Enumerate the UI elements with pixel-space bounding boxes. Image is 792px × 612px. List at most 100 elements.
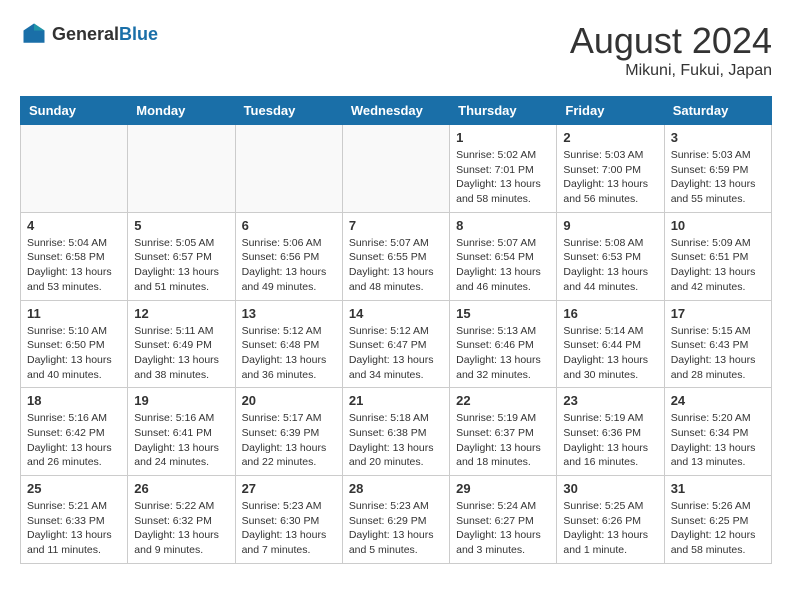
day-number: 8 (456, 218, 550, 233)
calendar-cell: 24Sunrise: 5:20 AM Sunset: 6:34 PM Dayli… (664, 388, 771, 476)
calendar-week-row: 25 Sunrise: 5:21 AM Sunset: 6:33 PM Dayli… (21, 476, 772, 564)
calendar-cell: 16 Sunrise: 5:14 AM Sunset: 6:44 PM Dayli… (557, 300, 664, 388)
calendar-cell: 5 Sunrise: 5:05 AM Sunset: 6:57 PM Daylig… (128, 212, 235, 300)
weekday-header: Saturday (664, 97, 771, 125)
logo-icon (20, 20, 48, 48)
day-number: 28 (349, 481, 443, 496)
day-number: 14 (349, 306, 443, 321)
day-number: 12 (134, 306, 228, 321)
day-info: Sunrise: 5:11 AM Sunset: 6:49 PM Dayligh… (134, 324, 228, 383)
day-info: Sunrise: 5:12 AM Sunset: 6:48 PM Dayligh… (242, 324, 336, 383)
day-number: 6 (242, 218, 336, 233)
calendar-cell: 7Sunrise: 5:07 AM Sunset: 6:55 PM Daylig… (342, 212, 449, 300)
day-number: 26 (134, 481, 228, 496)
day-info: Sunrise: 5:12 AM Sunset: 6:47 PM Dayligh… (349, 324, 443, 383)
day-number: 16 (563, 306, 657, 321)
calendar-cell: 10 Sunrise: 5:09 AM Sunset: 6:51 PM Dayli… (664, 212, 771, 300)
day-info: Sunrise: 5:16 AM Sunset: 6:41 PM Dayligh… (134, 411, 228, 470)
calendar-cell: 2Sunrise: 5:03 AM Sunset: 7:00 PM Daylig… (557, 125, 664, 213)
day-number: 30 (563, 481, 657, 496)
day-info: Sunrise: 5:23 AM Sunset: 6:30 PM Dayligh… (242, 499, 336, 558)
day-info: Sunrise: 5:14 AM Sunset: 6:44 PM Dayligh… (563, 324, 657, 383)
day-number: 31 (671, 481, 765, 496)
calendar-cell: 30 Sunrise: 5:25 AM Sunset: 6:26 PM Dayli… (557, 476, 664, 564)
calendar-cell: 14 Sunrise: 5:12 AM Sunset: 6:47 PM Dayli… (342, 300, 449, 388)
day-info: Sunrise: 5:07 AM Sunset: 6:54 PM Dayligh… (456, 236, 550, 295)
page-header: GeneralBlue August 2024 Mikuni, Fukui, J… (20, 20, 772, 80)
day-number: 10 (671, 218, 765, 233)
title-block: August 2024 Mikuni, Fukui, Japan (570, 20, 772, 80)
calendar-cell: 1 Sunrise: 5:02 AM Sunset: 7:01 PM Daylig… (450, 125, 557, 213)
day-number: 3 (671, 130, 765, 145)
calendar-cell: 6Sunrise: 5:06 AM Sunset: 6:56 PM Daylig… (235, 212, 342, 300)
day-info: Sunrise: 5:19 AM Sunset: 6:37 PM Dayligh… (456, 411, 550, 470)
day-info: Sunrise: 5:13 AM Sunset: 6:46 PM Dayligh… (456, 324, 550, 383)
day-info: Sunrise: 5:21 AM Sunset: 6:33 PM Dayligh… (27, 499, 121, 558)
day-info: Sunrise: 5:25 AM Sunset: 6:26 PM Dayligh… (563, 499, 657, 558)
calendar-cell: 3 Sunrise: 5:03 AM Sunset: 6:59 PM Daylig… (664, 125, 771, 213)
day-info: Sunrise: 5:03 AM Sunset: 6:59 PM Dayligh… (671, 148, 765, 207)
day-number: 1 (456, 130, 550, 145)
day-number: 7 (349, 218, 443, 233)
weekday-header: Friday (557, 97, 664, 125)
day-number: 29 (456, 481, 550, 496)
weekday-header: Thursday (450, 97, 557, 125)
day-info: Sunrise: 5:26 AM Sunset: 6:25 PM Dayligh… (671, 499, 765, 558)
calendar-cell: 19 Sunrise: 5:16 AM Sunset: 6:41 PM Dayli… (128, 388, 235, 476)
day-number: 21 (349, 393, 443, 408)
calendar-cell: 17Sunrise: 5:15 AM Sunset: 6:43 PM Dayli… (664, 300, 771, 388)
calendar-cell: 15 Sunrise: 5:13 AM Sunset: 6:46 PM Dayli… (450, 300, 557, 388)
day-info: Sunrise: 5:18 AM Sunset: 6:38 PM Dayligh… (349, 411, 443, 470)
day-info: Sunrise: 5:17 AM Sunset: 6:39 PM Dayligh… (242, 411, 336, 470)
calendar-week-row: 11Sunrise: 5:10 AM Sunset: 6:50 PM Dayli… (21, 300, 772, 388)
day-number: 13 (242, 306, 336, 321)
day-info: Sunrise: 5:19 AM Sunset: 6:36 PM Dayligh… (563, 411, 657, 470)
weekday-header: Monday (128, 97, 235, 125)
calendar-cell: 13 Sunrise: 5:12 AM Sunset: 6:48 PM Dayli… (235, 300, 342, 388)
calendar-cell: 8 Sunrise: 5:07 AM Sunset: 6:54 PM Daylig… (450, 212, 557, 300)
calendar-cell: 23Sunrise: 5:19 AM Sunset: 6:36 PM Dayli… (557, 388, 664, 476)
calendar-week-row: 18 Sunrise: 5:16 AM Sunset: 6:42 PM Dayli… (21, 388, 772, 476)
day-number: 4 (27, 218, 121, 233)
month-title: August 2024 (570, 20, 772, 62)
calendar-cell: 21 Sunrise: 5:18 AM Sunset: 6:38 PM Dayli… (342, 388, 449, 476)
day-number: 25 (27, 481, 121, 496)
day-info: Sunrise: 5:23 AM Sunset: 6:29 PM Dayligh… (349, 499, 443, 558)
calendar-cell: 27 Sunrise: 5:23 AM Sunset: 6:30 PM Dayli… (235, 476, 342, 564)
day-number: 15 (456, 306, 550, 321)
calendar-cell: 29Sunrise: 5:24 AM Sunset: 6:27 PM Dayli… (450, 476, 557, 564)
calendar-cell: 22 Sunrise: 5:19 AM Sunset: 6:37 PM Dayli… (450, 388, 557, 476)
day-number: 18 (27, 393, 121, 408)
day-number: 9 (563, 218, 657, 233)
day-info: Sunrise: 5:16 AM Sunset: 6:42 PM Dayligh… (27, 411, 121, 470)
logo: GeneralBlue (20, 20, 158, 48)
day-number: 2 (563, 130, 657, 145)
day-number: 24 (671, 393, 765, 408)
day-info: Sunrise: 5:04 AM Sunset: 6:58 PM Dayligh… (27, 236, 121, 295)
day-info: Sunrise: 5:15 AM Sunset: 6:43 PM Dayligh… (671, 324, 765, 383)
day-number: 19 (134, 393, 228, 408)
calendar-cell: 11Sunrise: 5:10 AM Sunset: 6:50 PM Dayli… (21, 300, 128, 388)
calendar-cell: 18 Sunrise: 5:16 AM Sunset: 6:42 PM Dayli… (21, 388, 128, 476)
day-number: 5 (134, 218, 228, 233)
day-number: 27 (242, 481, 336, 496)
day-number: 22 (456, 393, 550, 408)
day-info: Sunrise: 5:08 AM Sunset: 6:53 PM Dayligh… (563, 236, 657, 295)
calendar-cell (342, 125, 449, 213)
logo-blue: Blue (119, 24, 158, 44)
day-number: 20 (242, 393, 336, 408)
day-info: Sunrise: 5:09 AM Sunset: 6:51 PM Dayligh… (671, 236, 765, 295)
day-number: 11 (27, 306, 121, 321)
day-info: Sunrise: 5:05 AM Sunset: 6:57 PM Dayligh… (134, 236, 228, 295)
calendar-week-row: 1 Sunrise: 5:02 AM Sunset: 7:01 PM Daylig… (21, 125, 772, 213)
day-info: Sunrise: 5:02 AM Sunset: 7:01 PM Dayligh… (456, 148, 550, 207)
calendar-cell: 26Sunrise: 5:22 AM Sunset: 6:32 PM Dayli… (128, 476, 235, 564)
calendar-cell: 20 Sunrise: 5:17 AM Sunset: 6:39 PM Dayli… (235, 388, 342, 476)
calendar-cell: 12 Sunrise: 5:11 AM Sunset: 6:49 PM Dayli… (128, 300, 235, 388)
calendar-cell (21, 125, 128, 213)
calendar-cell (235, 125, 342, 213)
weekday-header: Tuesday (235, 97, 342, 125)
calendar-cell: 25 Sunrise: 5:21 AM Sunset: 6:33 PM Dayli… (21, 476, 128, 564)
calendar-week-row: 4 Sunrise: 5:04 AM Sunset: 6:58 PM Daylig… (21, 212, 772, 300)
location: Mikuni, Fukui, Japan (570, 62, 772, 80)
